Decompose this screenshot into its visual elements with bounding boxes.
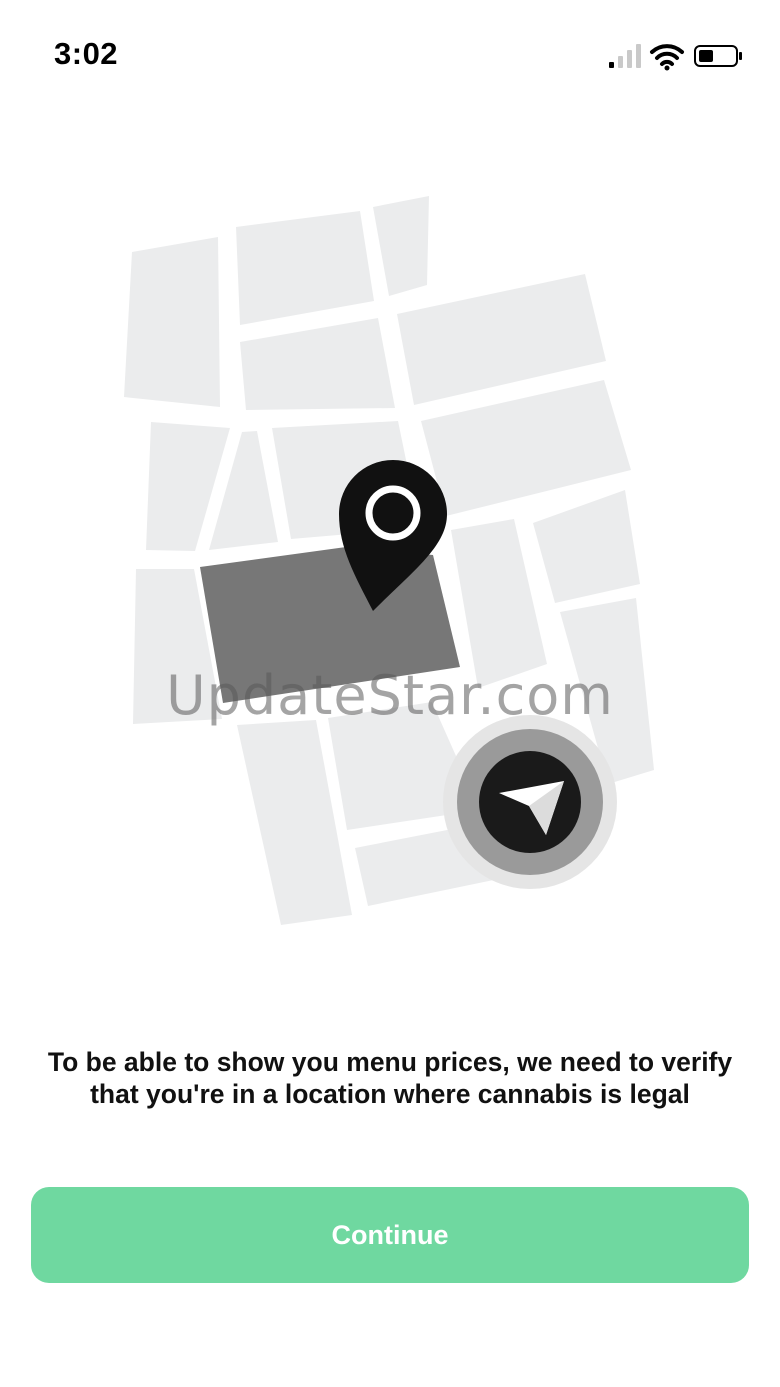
status-bar: 3:02 bbox=[0, 0, 780, 110]
wifi-icon bbox=[650, 44, 684, 71]
status-time: 3:02 bbox=[54, 36, 119, 71]
navigation-arrow-icon bbox=[443, 715, 617, 889]
cellular-signal-icon bbox=[609, 44, 641, 68]
battery-icon bbox=[694, 45, 742, 67]
map-illustration bbox=[124, 196, 654, 925]
continue-button[interactable]: Continue bbox=[31, 1187, 749, 1283]
watermark: UpdateStar.com bbox=[166, 664, 614, 727]
location-message: To be able to show you menu prices, we n… bbox=[47, 1047, 733, 1109]
status-icons bbox=[606, 40, 756, 72]
